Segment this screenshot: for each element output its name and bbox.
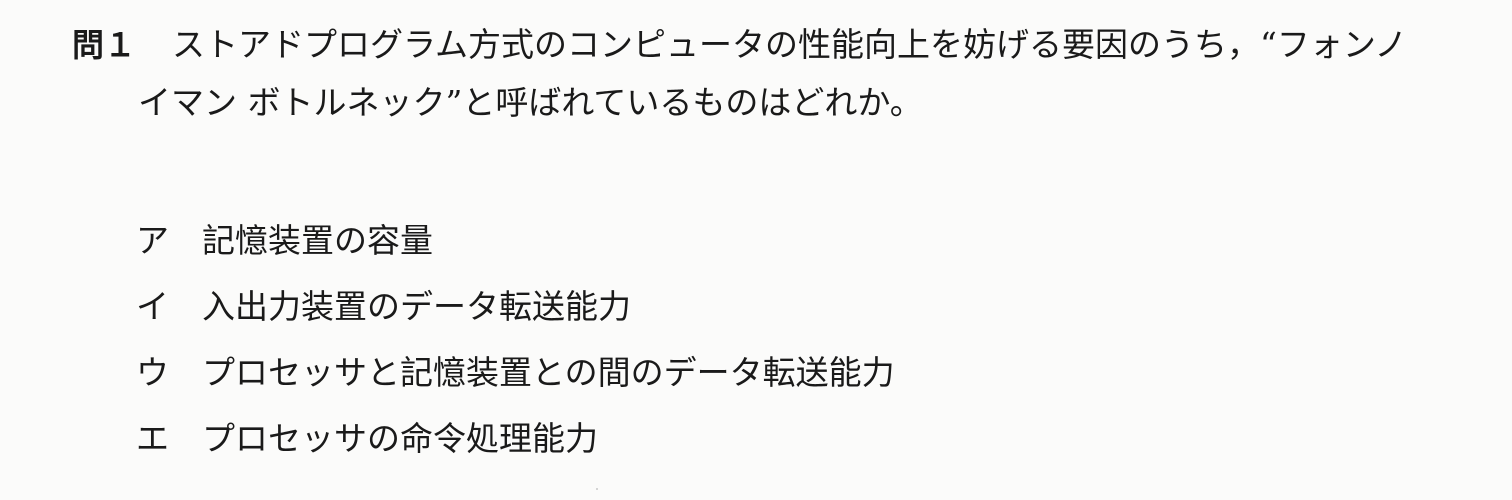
choice-text: プロセッサと記憶装置との間のデータ転送能力	[202, 353, 895, 392]
question-line-1: 問１ ストアドプログラム方式のコンピュータの性能向上を妨げる要因のうち，“フォン…	[72, 16, 1472, 74]
choice-label: イ	[136, 287, 169, 326]
choice-e: エ プロセッサの命令処理能力	[136, 408, 1336, 474]
choice-label: エ	[136, 419, 169, 458]
question-text-line-1: ストアドプログラム方式のコンピュータの性能向上を妨げる要因のうち，“フォンノ	[172, 25, 1408, 64]
choice-i: イ 入出力装置のデータ転送能力	[136, 276, 1336, 342]
question-number: 問１	[72, 26, 137, 64]
choice-text: 記憶装置の容量	[202, 221, 433, 260]
question-line-2: イマン ボトルネック”と呼ばれているものはどれか。	[72, 74, 1472, 132]
choice-label: ウ	[136, 353, 169, 392]
exam-page: 問１ ストアドプログラム方式のコンピュータの性能向上を妨げる要因のうち，“フォン…	[0, 0, 1512, 500]
choice-label: ア	[136, 221, 169, 260]
choice-text: 入出力装置のデータ転送能力	[202, 287, 631, 326]
question-text-line-2: イマン ボトルネック”と呼ばれているものはどれか。	[138, 83, 923, 122]
question-block: 問１ ストアドプログラム方式のコンピュータの性能向上を妨げる要因のうち，“フォン…	[72, 16, 1472, 132]
answer-choices: ア 記憶装置の容量 イ 入出力装置のデータ転送能力 ウ プロセッサと記憶装置との…	[136, 210, 1336, 474]
choice-a: ア 記憶装置の容量	[136, 210, 1336, 276]
choice-text: プロセッサの命令処理能力	[202, 419, 598, 458]
choice-u: ウ プロセッサと記憶装置との間のデータ転送能力	[136, 342, 1336, 408]
scan-speck	[596, 488, 598, 490]
